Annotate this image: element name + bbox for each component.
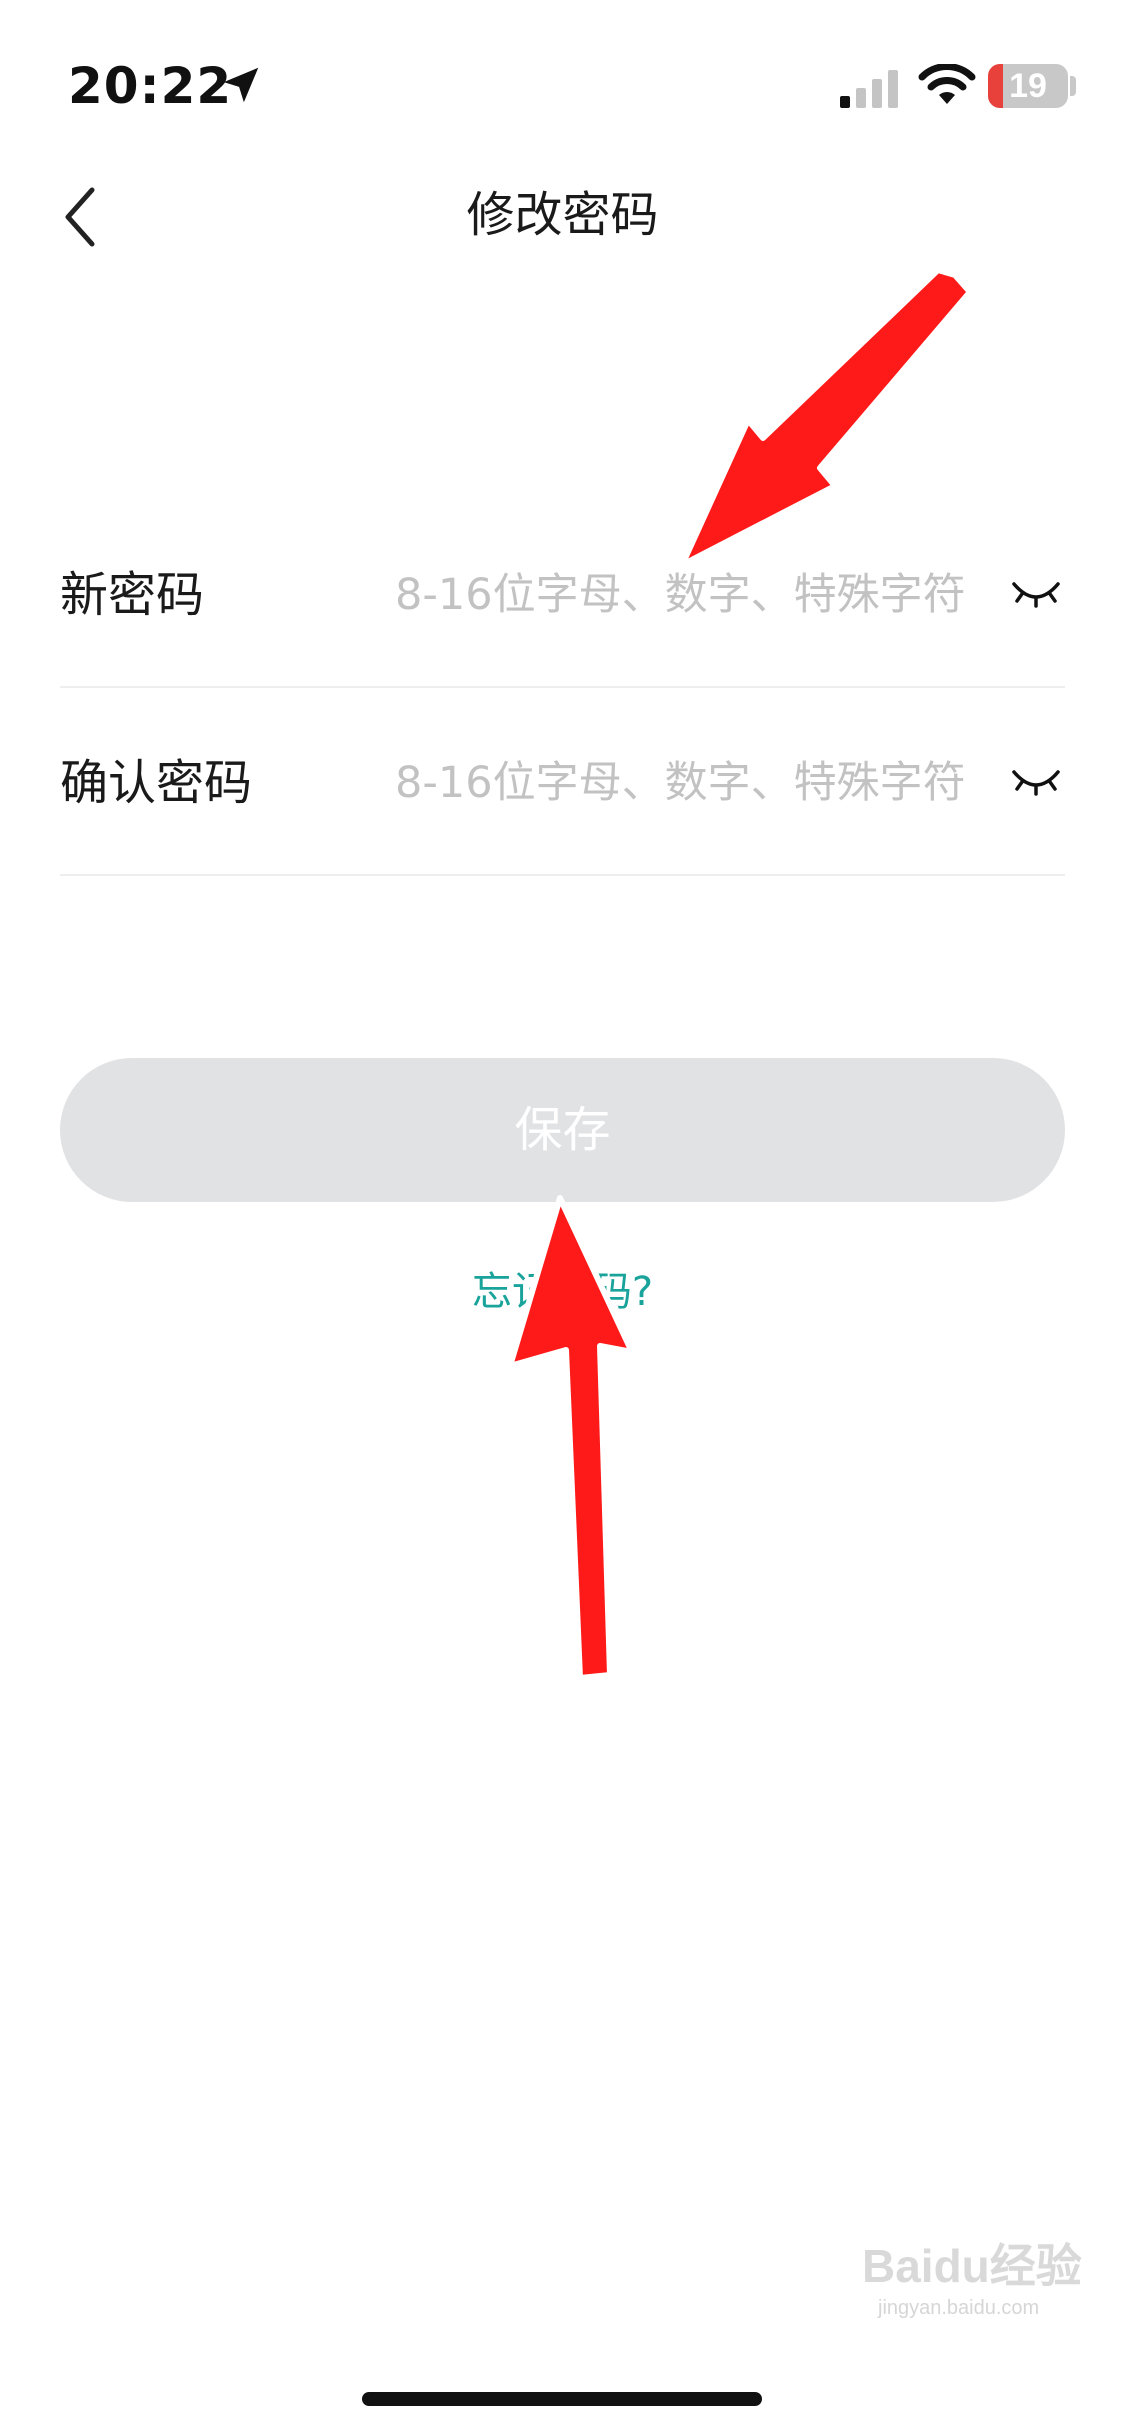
annotation-arrows — [507, 267, 973, 1681]
eye-closed-icon[interactable] — [1010, 576, 1062, 616]
new-password-label: 新密码 — [60, 567, 205, 623]
location-arrow-icon — [223, 67, 259, 103]
row-divider — [60, 874, 1065, 876]
battery-cap — [1070, 76, 1076, 96]
eye-closed-icon[interactable] — [1010, 764, 1062, 804]
confirm-password-input[interactable]: 8-16位字母、数字、特殊字符 — [395, 748, 995, 818]
status-time: 20:22 — [68, 57, 233, 115]
cellular-signal-icon — [840, 70, 898, 108]
forgot-password-link[interactable]: 忘记密码? — [0, 1262, 1125, 1322]
battery-indicator: 19 — [988, 64, 1068, 108]
new-password-input[interactable]: 8-16位字母、数字、特殊字符 — [395, 560, 995, 630]
confirm-password-label: 确认密码 — [60, 755, 253, 811]
page-title: 修改密码 — [466, 187, 659, 243]
wifi-icon — [918, 64, 976, 104]
battery-level-text: 19 — [1009, 67, 1047, 105]
home-indicator — [362, 2392, 762, 2406]
row-divider — [60, 686, 1065, 688]
baidu-watermark: Baidu经验 — [862, 2240, 1082, 2292]
save-button[interactable]: 保存 — [60, 1058, 1065, 1202]
baidu-watermark-url: jingyan.baidu.com — [878, 2297, 1040, 2319]
annotation-arrow-top — [679, 267, 973, 568]
